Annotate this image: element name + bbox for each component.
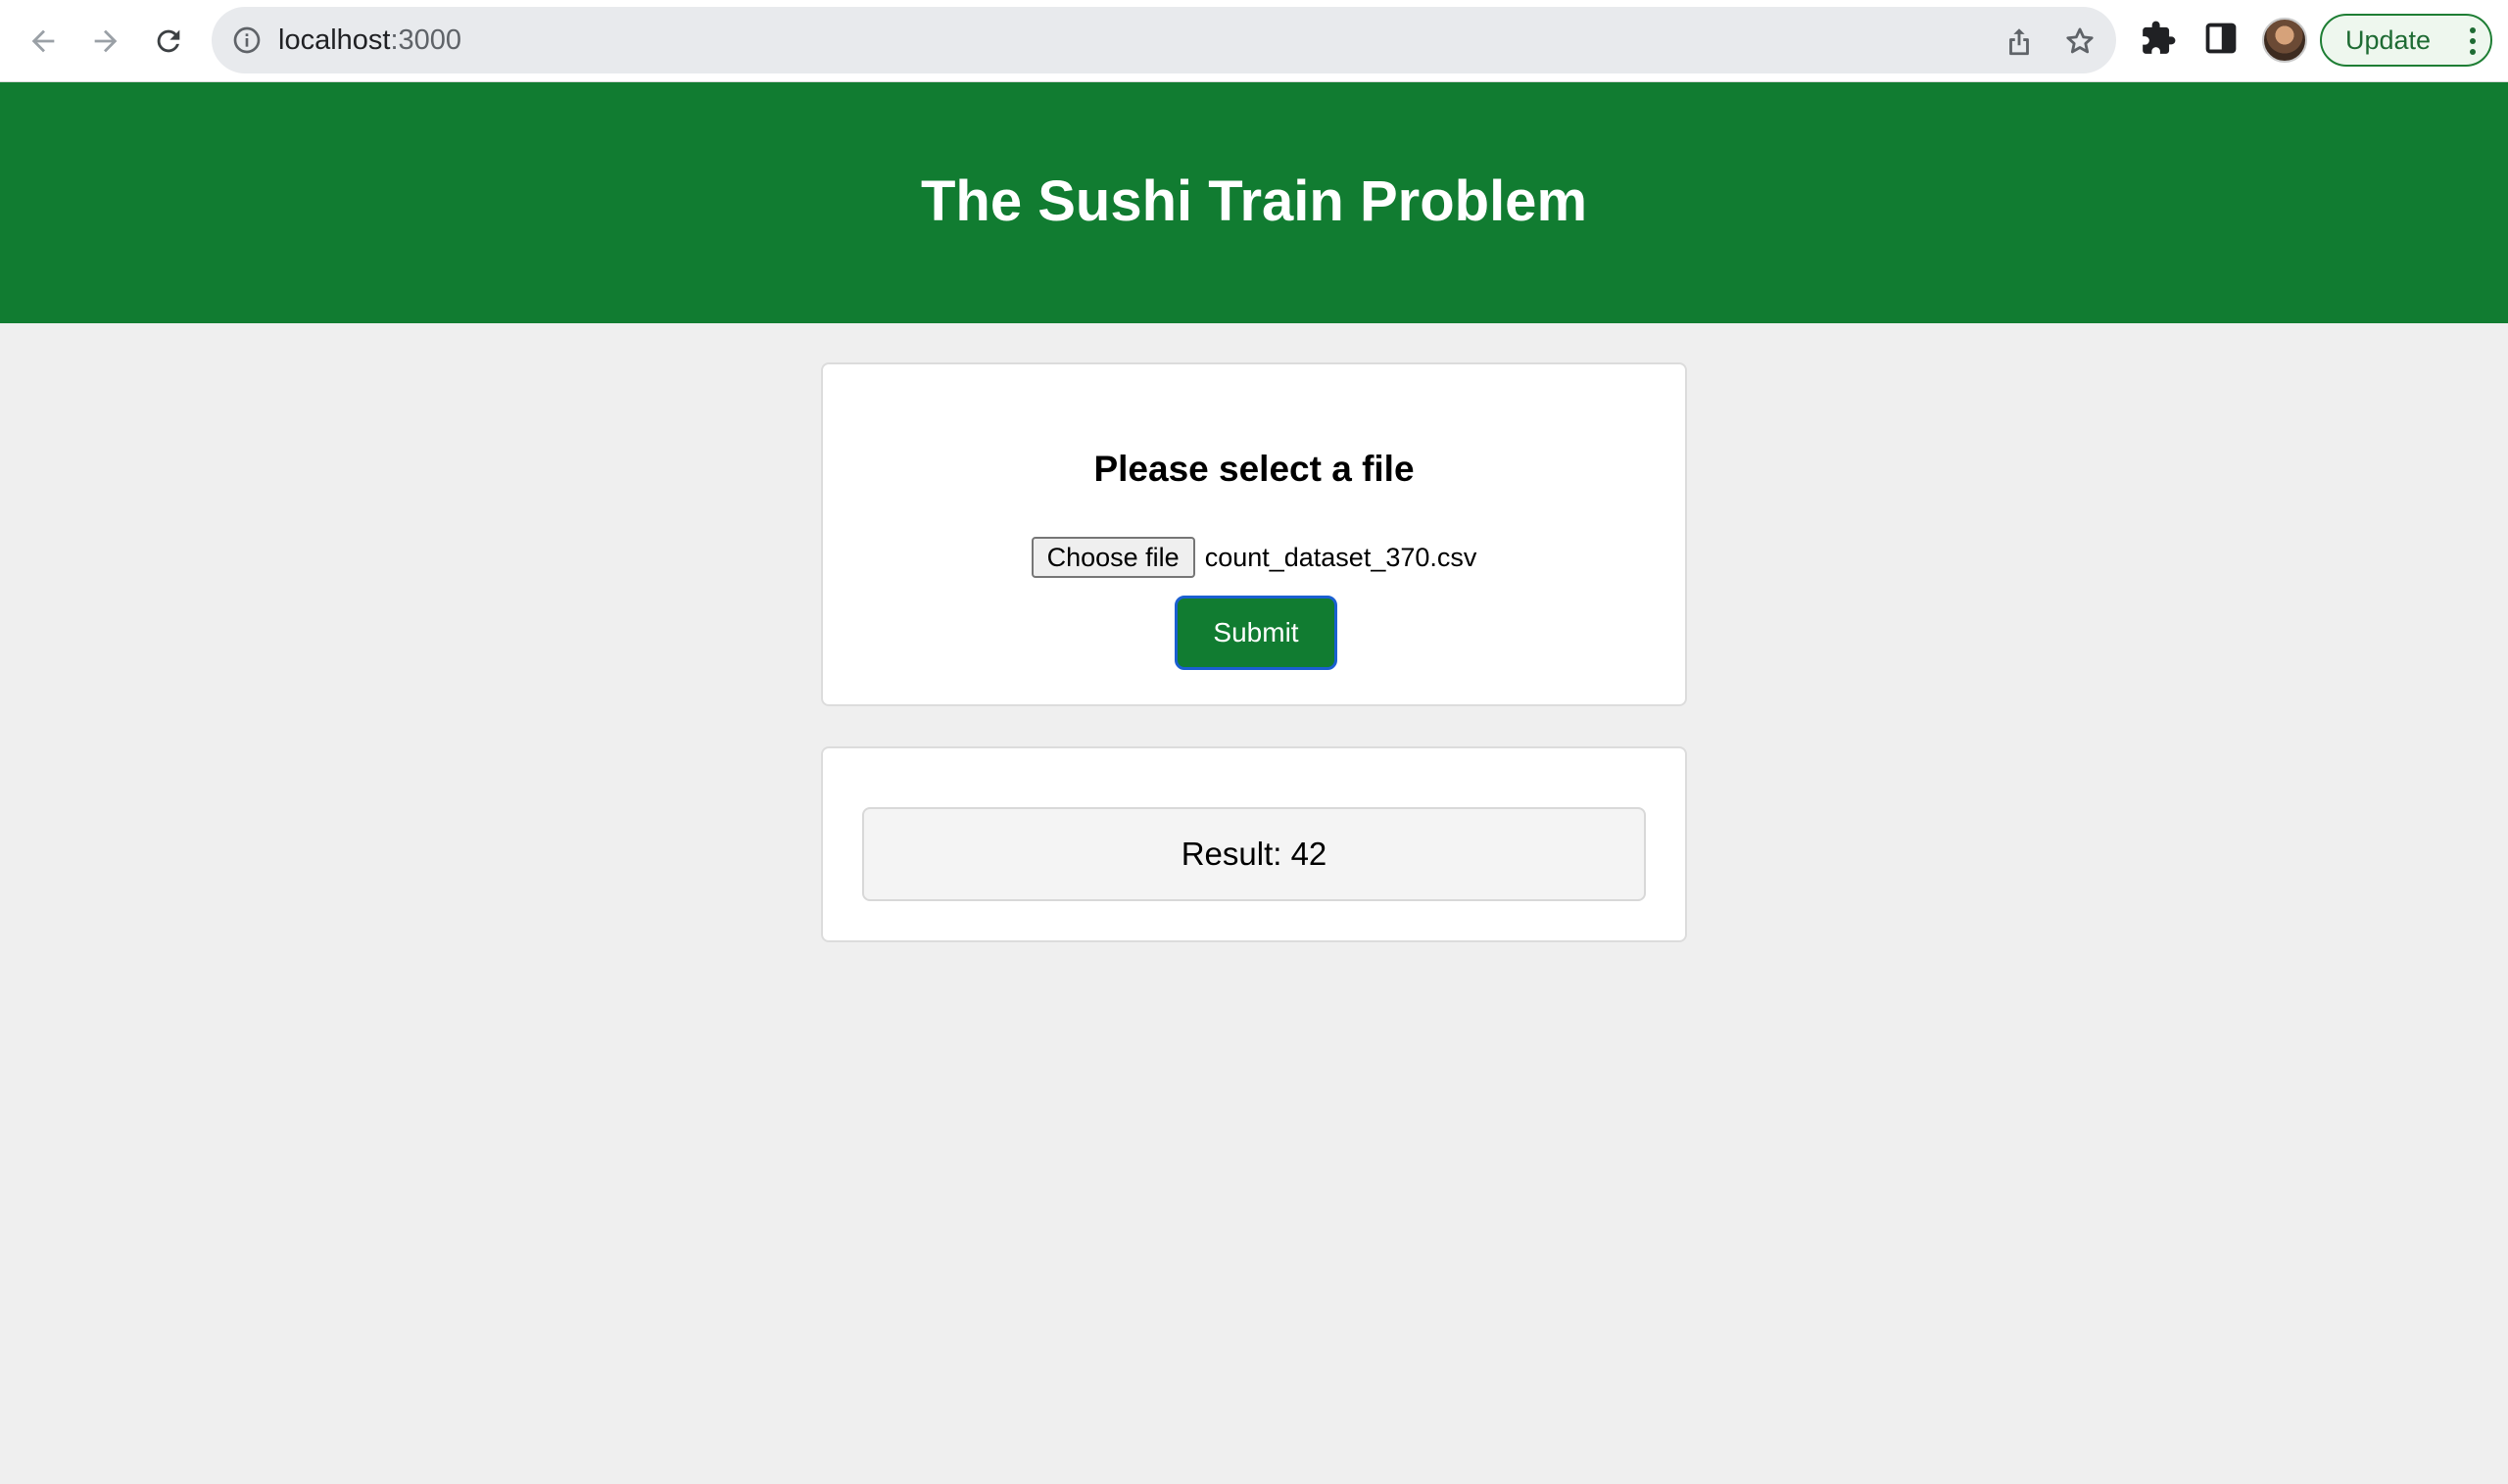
upload-heading: Please select a file: [1093, 449, 1415, 489]
file-input[interactable]: Choose file count_dataset_370.csv: [823, 537, 1685, 578]
reload-icon: [157, 29, 180, 53]
more-menu-icon[interactable]: [2469, 27, 2477, 55]
forward-arrow-icon: [94, 29, 118, 53]
upload-card: Please select a file Choose file count_d…: [821, 362, 1687, 706]
url-port: :3000: [390, 24, 462, 56]
star-icon[interactable]: [2063, 24, 2097, 58]
back-button[interactable]: [20, 18, 67, 65]
back-arrow-icon: [31, 29, 55, 53]
page-title: The Sushi Train Problem: [920, 168, 1588, 233]
update-button[interactable]: Update: [2320, 14, 2492, 67]
reload-button[interactable]: [145, 18, 192, 65]
browser-toolbar: localhost:3000 Update: [0, 0, 2508, 82]
profile-avatar[interactable]: [2262, 18, 2307, 63]
choose-file-button[interactable]: Choose file: [1031, 537, 1195, 578]
selected-file-name: count_dataset_370.csv: [1204, 542, 1477, 572]
share-icon[interactable]: [2002, 24, 2036, 58]
submit-button[interactable]: Submit: [1175, 596, 1337, 670]
extensions-icon[interactable]: [2140, 20, 2177, 57]
result-card: Result: 42: [821, 746, 1687, 942]
url-host: localhost: [278, 24, 391, 56]
result-display: Result: 42: [862, 807, 1646, 901]
address-bar[interactable]: localhost:3000: [212, 7, 2116, 73]
page-header: The Sushi Train Problem: [0, 82, 2508, 323]
url-text[interactable]: localhost:3000: [278, 7, 461, 73]
side-panel-icon[interactable]: [2202, 20, 2240, 57]
update-label: Update: [2345, 24, 2432, 55]
forward-button[interactable]: [82, 18, 129, 65]
info-icon[interactable]: [231, 24, 263, 56]
